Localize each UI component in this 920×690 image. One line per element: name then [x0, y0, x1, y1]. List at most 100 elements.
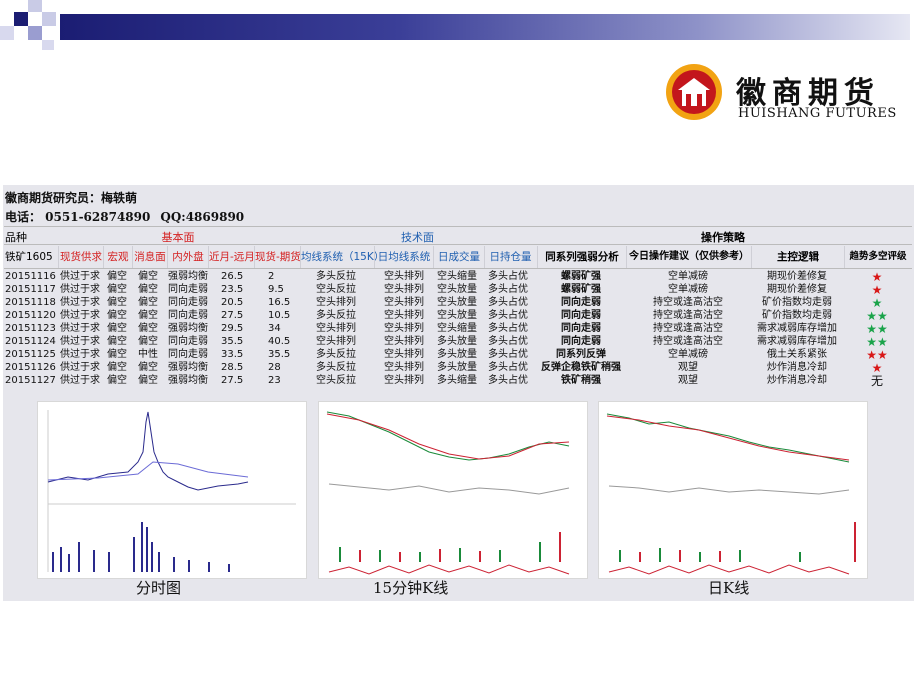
daily-k-chart	[598, 401, 868, 579]
cell-series: 同系列反弹	[556, 349, 606, 360]
col-spread: 近月-远月	[208, 246, 255, 268]
col-contract: 铁矿1605	[5, 251, 53, 263]
qq-text: QQ:4869890	[160, 210, 245, 224]
cell-rating: ★	[871, 270, 883, 284]
cell-dma: 空头排列	[384, 323, 424, 334]
cell-basis: 23	[268, 375, 281, 386]
cell-series: 铁矿稍强	[561, 375, 601, 386]
cell-oi: 多头占优	[488, 362, 528, 373]
cell-advice: 空单减磅	[668, 284, 708, 295]
cell-vol: 多头缩量	[437, 375, 477, 386]
phone-text: 电话： 0551-62874890	[5, 210, 151, 224]
cell-vol: 空头放量	[437, 310, 477, 321]
cell-basis: 16.5	[268, 297, 291, 308]
cell-supply: 供过于求	[60, 297, 100, 308]
cell-rating: ★	[871, 361, 883, 375]
cell-series: 同向走弱	[561, 297, 601, 308]
cell-rating: ★	[871, 283, 883, 297]
cell-vol: 空头缩量	[437, 271, 477, 282]
cell-supply: 供过于求	[60, 271, 100, 282]
caption-intraday: 分时图	[136, 579, 182, 597]
cell-inout: 强弱均衡	[168, 362, 208, 373]
cell-supply: 供过于求	[60, 323, 100, 334]
cell-vol: 多头放量	[437, 336, 477, 347]
cell-news: 偏空	[138, 297, 158, 308]
cell-macro: 偏空	[107, 284, 127, 295]
cell-inout: 强弱均衡	[168, 323, 208, 334]
cell-spread: 35.5	[221, 336, 244, 347]
cell-series: 螺弱矿强	[561, 284, 601, 295]
cell-vol: 空头放量	[437, 284, 477, 295]
cell-advice: 持空或逢高沽空	[653, 323, 723, 334]
cell-oi: 多头占优	[488, 336, 528, 347]
cell-advice: 持空或逢高沽空	[653, 310, 723, 321]
cell-date: 20151120	[5, 310, 56, 321]
cell-vol: 空头缩量	[437, 323, 477, 334]
cell-vol: 多头放量	[437, 362, 477, 373]
col-oi: 日持仓量	[484, 246, 536, 268]
cell-spread: 28.5	[221, 362, 244, 373]
cell-supply: 供过于求	[60, 362, 100, 373]
cell-advice: 持空或逢高沽空	[653, 297, 723, 308]
cell-spread: 23.5	[221, 284, 244, 295]
cell-date: 20151125	[5, 349, 56, 360]
cell-advice: 持空或逢高沽空	[653, 336, 723, 347]
cell-logic: 俄土关系紧张	[767, 349, 827, 360]
cell-date: 20151127	[5, 375, 56, 386]
col-variety-header: 品种	[5, 231, 27, 244]
cell-oi: 多头占优	[488, 349, 528, 360]
cell-ma15: 多头反拉	[316, 349, 356, 360]
col-news: 消息面	[132, 246, 167, 268]
cell-dma: 空头排列	[384, 297, 424, 308]
col-rating: 趋势多空评级	[844, 246, 911, 268]
caption-k15: 15分钟K线	[373, 579, 449, 597]
col-supply: 现货供求	[58, 246, 103, 268]
col-logic: 主控逻辑	[751, 246, 844, 268]
cell-dma: 空头排列	[384, 271, 424, 282]
cell-ma15: 空头反拉	[316, 284, 356, 295]
daily-k-chart-svg	[606, 413, 856, 575]
cell-macro: 偏空	[107, 323, 127, 334]
cell-spread: 26.5	[221, 271, 244, 282]
cell-oi: 多头占优	[488, 297, 528, 308]
cell-inout: 强弱均衡	[168, 271, 208, 282]
cell-supply: 供过于求	[60, 375, 100, 386]
cell-logic: 期现价差修复	[767, 284, 827, 295]
cell-date: 20151124	[5, 336, 56, 347]
cell-inout: 同向走弱	[168, 310, 208, 321]
cell-spread: 29.5	[221, 323, 244, 334]
col-macro: 宏观	[103, 246, 132, 268]
cell-inout: 同向走弱	[168, 297, 208, 308]
col-inout: 内外盘	[167, 246, 208, 268]
cell-dma: 空头排列	[384, 375, 424, 386]
cell-logic: 需求减弱库存增加	[757, 336, 837, 347]
cell-inout: 强弱均衡	[168, 375, 208, 386]
cell-supply: 供过于求	[60, 336, 100, 347]
cell-news: 偏空	[138, 336, 158, 347]
cell-series: 同向走弱	[561, 336, 601, 347]
col-dma: 日均线系统	[374, 246, 433, 268]
cell-spread: 27.5	[221, 310, 244, 321]
cell-date: 20151116	[5, 271, 56, 282]
col-series: 同系列强弱分析	[537, 246, 626, 268]
cell-rating: ★★	[866, 335, 888, 349]
cell-news: 偏空	[138, 362, 158, 373]
cell-rating: ★★	[866, 322, 888, 336]
cell-supply: 供过于求	[60, 284, 100, 295]
group-strategy: 操作策略	[701, 231, 745, 244]
cell-date: 20151126	[5, 362, 56, 373]
cell-date: 20151123	[5, 323, 56, 334]
cell-news: 偏空	[138, 323, 158, 334]
cell-logic: 需求减弱库存增加	[757, 323, 837, 334]
title-bar-gradient	[60, 14, 910, 40]
cell-oi: 多头占优	[488, 323, 528, 334]
cell-basis: 40.5	[268, 336, 291, 347]
cell-rating: ★★	[866, 309, 888, 323]
cell-rating: ★★	[866, 348, 888, 362]
cell-macro: 偏空	[107, 310, 127, 321]
cell-basis: 9.5	[268, 284, 284, 295]
cell-rating: ★	[871, 296, 883, 310]
cell-ma15: 空头排列	[316, 297, 356, 308]
cell-spread: 20.5	[221, 297, 244, 308]
intraday-chart-svg	[47, 410, 296, 572]
